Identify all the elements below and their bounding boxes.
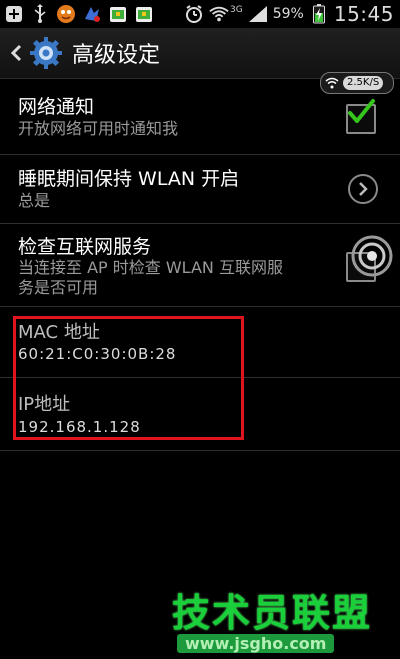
usb-icon — [30, 4, 50, 24]
watermark-url: www.jsgho.com — [177, 634, 335, 653]
store-icon — [134, 4, 154, 24]
setting-subtitle: 开放网络可用时通知我 — [18, 119, 179, 138]
setting-subtitle: 总是 — [18, 191, 51, 210]
setting-title: 检查互联网服务 — [18, 236, 152, 258]
watermark-text: 技术员联盟 — [172, 591, 373, 635]
setting-wlan-sleep-policy[interactable]: 睡眠期间保持 WLAN 开启 总是 — [0, 155, 400, 224]
status-bar-system: 3G 59% 15:45 — [184, 0, 394, 28]
gear-icon[interactable] — [28, 35, 64, 71]
setting-check-internet-service[interactable]: 检查互联网服务 当连接至 AP 时检查 WLAN 互联网服 务是否可用 — [0, 224, 400, 307]
checkmark-icon — [348, 99, 375, 123]
notification-app-icon — [82, 4, 102, 24]
signal-icon — [248, 4, 268, 24]
alarm-icon — [184, 4, 204, 24]
wifi-icon — [209, 4, 229, 24]
add-icon — [4, 4, 24, 24]
setting-subtitle-line1: 当连接至 AP 时检查 WLAN 互联网服 — [18, 258, 283, 277]
setting-title: 网络通知 — [18, 96, 95, 118]
page-title: 高级设定 — [72, 43, 161, 68]
network-type-label: 3G — [230, 5, 243, 15]
battery-percent: 59% — [272, 6, 304, 22]
highlight-annotation — [13, 316, 244, 440]
network-notification-checkbox[interactable] — [346, 99, 376, 134]
settings-screen: 3G 59% 15:45 高级设定 2.5K/S 网络通知 开放网络可用时通知我… — [0, 0, 400, 659]
store-icon — [108, 4, 128, 24]
status-bar: 3G 59% 15:45 — [0, 0, 400, 28]
chevron-right-icon[interactable] — [348, 174, 378, 204]
status-bar-notifications — [0, 4, 154, 24]
android-app-icon — [56, 4, 76, 24]
back-chevron-icon[interactable] — [4, 28, 28, 78]
setting-network-notification[interactable]: 网络通知 开放网络可用时通知我 — [0, 82, 400, 155]
status-time: 15:45 — [333, 2, 394, 26]
touch-indicator-icon — [351, 235, 393, 277]
setting-title: 睡眠期间保持 WLAN 开启 — [18, 168, 240, 190]
setting-subtitle-line2: 务是否可用 — [18, 278, 99, 297]
battery-icon — [309, 4, 329, 24]
